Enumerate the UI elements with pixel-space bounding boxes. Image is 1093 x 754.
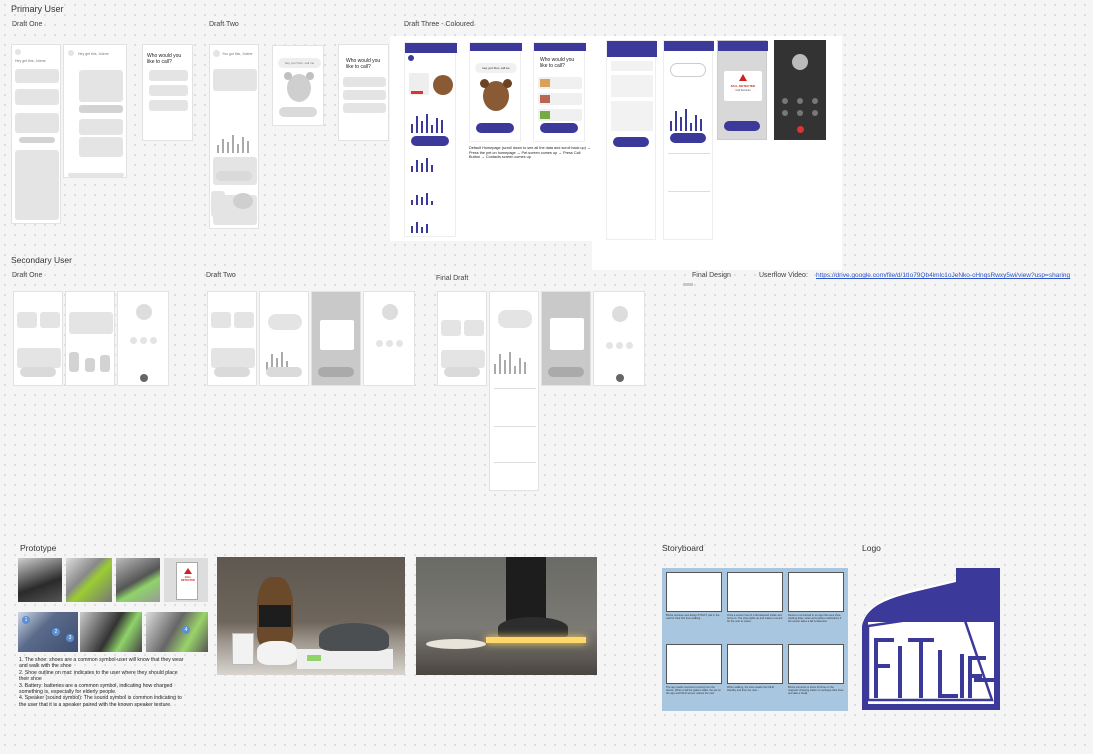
prototype-note: 4. Speaker (sound symbol): The sound sym… <box>19 695 182 708</box>
d3-screen-pet: Hey you! Don, call me <box>469 42 522 142</box>
prototype-heading: Prototype <box>20 543 57 553</box>
secondary-draft-one-label: Draft One <box>12 272 43 279</box>
d3-screen-home <box>404 42 457 237</box>
prototype-photo-walking <box>416 557 597 675</box>
primary-user-heading: Primary User <box>11 4 64 14</box>
call-prompt-text: Who would you like to call? <box>147 53 182 65</box>
draft-two-label: Draft Two <box>209 21 239 28</box>
storyboard-caption: Device is connected to an app that uses … <box>788 614 842 624</box>
draft-three-label: Draft Three - Coloured <box>404 21 474 28</box>
d3-screen-contacts: Who would you like to call? <box>533 42 586 142</box>
s2-screen-call <box>363 291 415 386</box>
secondary-user-heading: Secondary User <box>11 255 72 265</box>
fd-screen-fall-alert: FALL DETECTED Call Services <box>717 40 768 140</box>
final-design-board: FALL DETECTED Call Services <box>592 36 842 270</box>
fitlift-logo-icon <box>862 568 1000 710</box>
storyboard-heading: Storyboard <box>662 543 704 553</box>
sf-screen-home <box>437 291 487 386</box>
p1-screen-call: Who would you like to call? <box>142 44 193 141</box>
prototype-note: 2. Shoe outline on mat: indicates to the… <box>19 669 178 683</box>
s1-screen-data <box>65 291 115 386</box>
storyboard-caption: Binnie receives new design FITLIFT pair … <box>666 614 720 621</box>
final-design-label: Final Design <box>692 272 731 279</box>
s2-screen-home <box>207 291 257 386</box>
userflow-label: Userflow Video: <box>759 272 808 279</box>
prototype-photo-bear-shoes <box>217 557 405 675</box>
prototype-note: 3. Battery: batteries are a common symbo… <box>19 682 173 696</box>
prototype-photo-1 <box>18 558 62 602</box>
s2-screen-data <box>259 291 309 386</box>
logo-heading: Logo <box>862 543 881 553</box>
fd-screen-data <box>663 40 714 240</box>
storyboard-caption: The app reads movement coming from the d… <box>666 686 721 696</box>
s1-screen-call <box>117 291 169 386</box>
final-draft-label: Final Draft <box>436 275 469 282</box>
avatar <box>792 54 808 70</box>
prototype-notes: 1. The shoe: shoes are a common symbol-u… <box>19 657 187 708</box>
sf-screen-call <box>593 291 645 386</box>
draft-three-flow-note: Default Homepage (scroll down to see all… <box>469 146 591 160</box>
fitlift-logo <box>862 568 1000 710</box>
storyboard-panel: Binnie receives new design FITLIFT pair … <box>662 568 848 711</box>
prototype-photo-4: FALL DETECTED <box>164 558 208 602</box>
end-call-icon[interactable] <box>797 126 804 133</box>
prototype-annotated-1: 2 3 1 <box>18 612 78 652</box>
prototype-annotated-3: 4 <box>146 612 208 652</box>
draft-one-label: Draft One <box>12 21 43 28</box>
storyboard-caption: Once a sensor has hit a fall detected in… <box>727 614 783 624</box>
fd-screen-home <box>606 40 657 240</box>
final-design-thumb <box>683 283 693 286</box>
prototype-photo-2 <box>66 558 112 602</box>
p2-screen-extra <box>209 181 259 228</box>
draft-three-board: Hey you! Don, call me Who would you like… <box>390 36 606 241</box>
p2-screen-pet: Hey you! Don, call me <box>272 45 324 126</box>
prototype-note: 1. The shoe: shoes are a common symbol-u… <box>19 657 184 670</box>
warning-icon <box>739 74 747 81</box>
prototype-photo-3 <box>116 558 160 602</box>
secondary-draft-two-label: Draft Two <box>206 272 236 279</box>
s2-screen-alert <box>311 291 361 386</box>
sf-screen-alert <box>541 291 591 386</box>
p2-screen-call: Who would you like to call? <box>338 44 389 141</box>
storyboard-caption: Binnie connects to show off shoe on the … <box>788 686 844 696</box>
prototype-annotated-2 <box>80 612 142 652</box>
fd-screen-incoming-call <box>774 40 826 140</box>
userflow-link[interactable]: https://drive.google.com/file/d/1tIo79Qb… <box>816 272 1070 279</box>
s1-screen-home <box>13 291 63 386</box>
warning-icon <box>184 568 192 574</box>
p1-screen-home: Hey get this, Jolene <box>11 44 61 224</box>
p1-screen-detail: Hey get this, Jolene <box>63 44 127 178</box>
sf-screen-data <box>489 291 539 491</box>
storyboard-caption: When walking, the shoe awaits the FitLif… <box>727 686 774 693</box>
